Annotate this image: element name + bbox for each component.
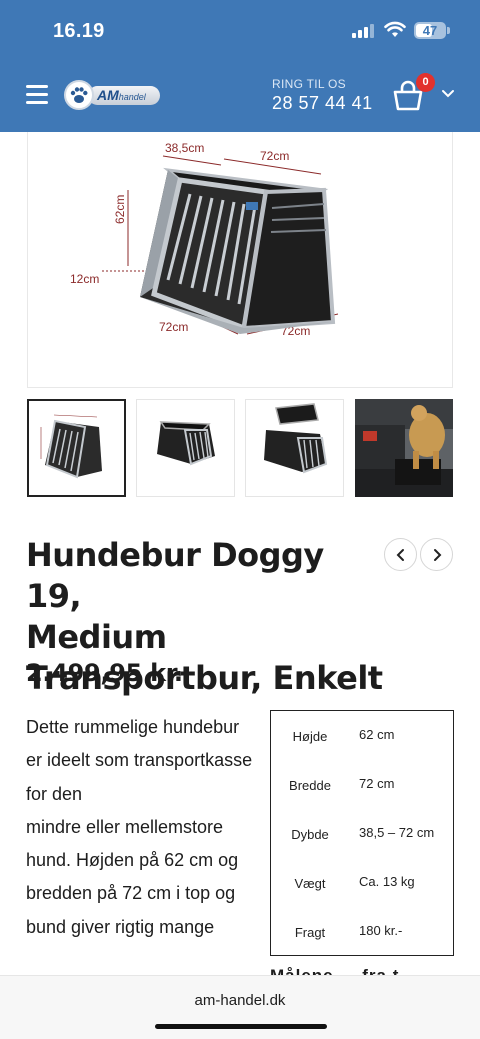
spec-value: 72 cm bbox=[359, 776, 395, 791]
home-indicator[interactable] bbox=[155, 1024, 327, 1029]
spec-row-shipping: Fragt 180 kr.- bbox=[271, 907, 452, 956]
description-line: er ideelt som transportkasse bbox=[26, 750, 253, 771]
chevron-down-icon[interactable] bbox=[440, 88, 456, 100]
description-line: for den bbox=[26, 783, 83, 804]
spec-table: Højde 62 cm Bredde 72 cm Dybde 38,5 – 72… bbox=[270, 710, 454, 956]
cart-count-badge: 0 bbox=[416, 73, 435, 92]
spec-row-width: Bredde 72 cm bbox=[271, 760, 452, 809]
chevron-right-icon bbox=[434, 549, 442, 561]
dim-height: 62cm bbox=[113, 195, 127, 224]
product-title-line: Hundebur Doggy 19, bbox=[26, 536, 324, 615]
spec-value: Ca. 13 kg bbox=[359, 874, 415, 889]
spec-row-weight: Vægt Ca. 13 kg bbox=[271, 858, 452, 907]
description-line: Dette rummelige hundebur bbox=[26, 717, 240, 737]
dog-crate-diagram: 38,5cm 72cm 62cm 12cm 72cm 72cm bbox=[70, 141, 339, 338]
product-description: Dette rummelige hundebur er ideelt som t… bbox=[26, 711, 271, 944]
spec-label: Vægt bbox=[294, 876, 326, 891]
thumbnail-2[interactable] bbox=[136, 399, 235, 497]
description-line: mindre eller mellemstore bbox=[26, 816, 224, 837]
spec-row-depth: Dybde 38,5 – 72 cm bbox=[271, 809, 452, 858]
menu-icon[interactable] bbox=[26, 85, 48, 105]
spec-value: 38,5 – 72 cm bbox=[359, 825, 435, 840]
dim-top-depth: 38,5cm bbox=[165, 141, 204, 155]
product-title-line: Medium bbox=[26, 618, 167, 656]
previous-product-button[interactable] bbox=[384, 538, 417, 571]
status-time: 16.19 bbox=[53, 20, 105, 42]
dim-ground-clearance: 12cm bbox=[70, 272, 99, 286]
next-product-button[interactable] bbox=[420, 538, 453, 571]
description-line: bredden på 72 cm i top og bbox=[26, 883, 236, 904]
main-product-image[interactable]: 38,5cm 72cm 62cm 12cm 72cm 72cm bbox=[27, 132, 453, 388]
spec-value: 180 kr.- bbox=[359, 923, 403, 938]
site-logo[interactable]: AMhandel bbox=[64, 80, 162, 110]
url-bar[interactable]: am-handel.dk bbox=[0, 992, 480, 1009]
chevron-left-icon bbox=[396, 549, 404, 561]
browser-bottom-bar: am-handel.dk bbox=[0, 975, 480, 1039]
wifi-icon bbox=[384, 21, 406, 37]
product-price: 2.499,95 kr. bbox=[26, 659, 183, 687]
spec-value: 62 cm bbox=[359, 727, 395, 742]
battery-level: 47 bbox=[422, 23, 438, 38]
battery-icon: 47 bbox=[414, 22, 446, 39]
spec-label: Dybde bbox=[291, 827, 329, 842]
spec-row-height: Højde 62 cm bbox=[271, 711, 452, 760]
status-bar: 16.19 47 bbox=[0, 0, 480, 58]
logo-subtext: handel bbox=[118, 92, 146, 102]
thumbnail-1[interactable] bbox=[27, 399, 126, 497]
paw-logo-icon bbox=[64, 80, 94, 110]
site-header: AMhandel RING TIL OS 28 57 44 41 0 bbox=[0, 58, 480, 132]
call-us-label: RING TIL OS bbox=[272, 77, 346, 91]
spec-label: Fragt bbox=[294, 925, 326, 940]
spec-label: Bredde bbox=[289, 778, 331, 793]
spec-label: Højde bbox=[292, 729, 328, 744]
logo-text: AM bbox=[97, 87, 119, 103]
phone-number-link[interactable]: 28 57 44 41 bbox=[272, 93, 373, 114]
cellular-signal-icon bbox=[352, 24, 374, 38]
description-line: bund giver rigtig mange bbox=[26, 916, 215, 937]
description-line: hund. Højden på 62 cm og bbox=[26, 850, 239, 871]
dim-top-width: 72cm bbox=[260, 149, 289, 163]
thumbnail-4[interactable] bbox=[355, 399, 454, 497]
battery-tip bbox=[447, 27, 450, 34]
thumbnail-strip bbox=[27, 399, 454, 497]
thumbnail-3[interactable] bbox=[245, 399, 344, 497]
dim-bottom-left: 72cm bbox=[159, 320, 188, 334]
